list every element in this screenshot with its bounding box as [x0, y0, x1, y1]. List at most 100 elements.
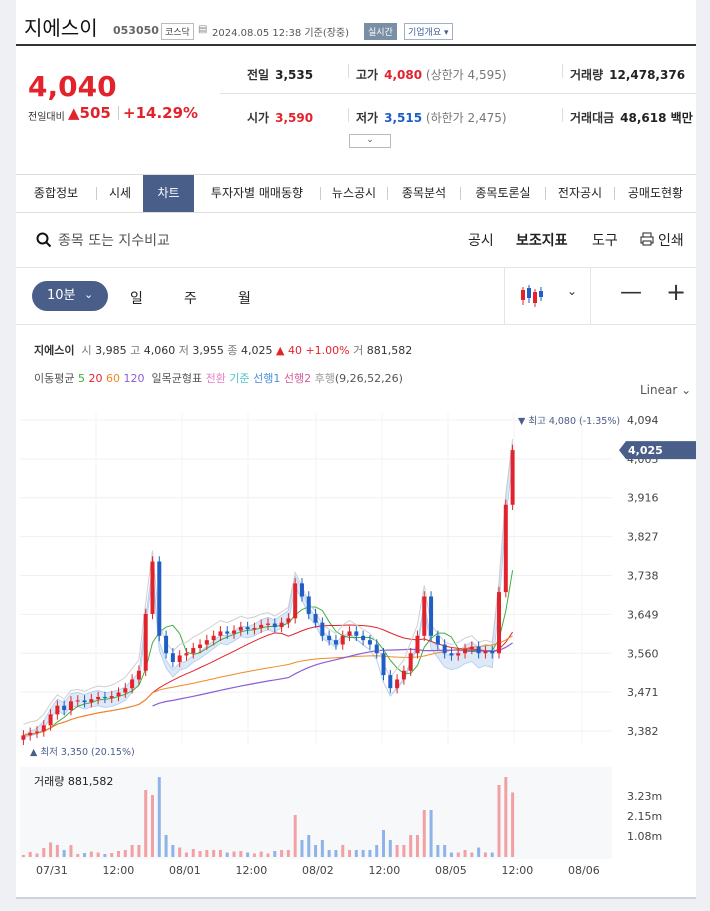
volume-bar — [286, 850, 290, 857]
volume-tick-label: 2.15m — [627, 810, 662, 823]
volume-bar — [409, 835, 413, 857]
period-week[interactable]: 주 — [184, 288, 197, 308]
chevron-down-icon: ⌄ — [84, 288, 94, 301]
legend-change-pct: +1.00% — [305, 344, 350, 357]
candle — [510, 450, 515, 505]
volume-bar — [511, 792, 515, 857]
print-icon[interactable] — [640, 232, 654, 246]
expand-toggle[interactable]: ⌄ — [349, 134, 391, 148]
volume-bar — [252, 853, 256, 857]
candle — [299, 583, 304, 597]
tools-button[interactable]: 도구 — [592, 230, 618, 250]
volume-bar — [354, 850, 358, 857]
stock-page: 지에스이 053050 코스닥 ▤ 2024.08.05 12:38 기준(장중… — [16, 0, 696, 897]
candle — [34, 731, 39, 733]
tab-chart[interactable]: 차트 — [143, 175, 194, 212]
tab-forum[interactable]: 종목토론실 — [461, 175, 545, 212]
candle — [150, 561, 155, 614]
candle — [21, 735, 26, 740]
y-tick-label: 3,649 — [627, 608, 659, 621]
volume-bar — [314, 845, 318, 857]
candle — [116, 692, 121, 697]
x-tick-label: 08/01 — [169, 864, 201, 877]
volume-bar — [327, 850, 331, 857]
legend-low: 3,955 — [192, 344, 224, 357]
scale-select[interactable]: Linear ⌄ — [640, 383, 691, 397]
indicator-button[interactable]: 보조지표 — [516, 230, 568, 250]
zoom-out-icon[interactable]: — — [620, 280, 642, 305]
divider — [590, 268, 591, 324]
price-chart[interactable]: 거래량 881,582 4,0944,0053,9163,8273,7383,6… — [16, 405, 696, 885]
ma5-label: 5 — [77, 372, 85, 385]
volume-bar — [76, 854, 80, 857]
prev-close: 전일 3,535 — [247, 66, 313, 83]
volume-bar — [239, 851, 243, 857]
x-tick-label: 07/31 — [36, 864, 68, 877]
tab-analysis[interactable]: 종목분석 — [388, 175, 460, 212]
volume-bar — [123, 850, 127, 857]
divider — [220, 93, 696, 94]
candle — [503, 504, 508, 593]
volume-bar — [164, 835, 168, 857]
period-month[interactable]: 월 — [238, 288, 251, 308]
ma-label: 이동평균 — [34, 372, 75, 385]
chevron-down-icon: ⌄ — [366, 135, 374, 145]
candle — [68, 701, 73, 711]
search-icon[interactable] — [36, 232, 52, 248]
company-overview-button[interactable]: 기업개요 ▾ — [404, 23, 453, 40]
candle — [327, 635, 332, 641]
low-label: 저가 — [356, 111, 379, 125]
volume-bar — [96, 852, 100, 857]
candle — [374, 644, 379, 654]
candle — [266, 623, 270, 625]
company-overview-label: 기업개요 — [408, 28, 442, 38]
tab-bar: 종합정보 시세 차트 투자자별 매매동향 뉴스공시 종목분석 종목토론실 전자공… — [16, 174, 696, 213]
volume-bar — [497, 785, 501, 857]
candle — [109, 696, 114, 698]
legend-change: ▲ 40 — [275, 344, 302, 357]
candle — [422, 596, 427, 636]
candle — [272, 623, 277, 628]
chart-toolbar: 종목 또는 지수비교 공시 보조지표 도구 인쇄 — [16, 212, 696, 268]
zoom-in-icon[interactable]: + — [666, 278, 686, 306]
price-summary: 4,040 전일대비 ▲505 +14.29% 전일 3,535 고가 4,080 … — [16, 46, 696, 138]
divider — [504, 268, 505, 324]
x-tick-label: 08/06 — [568, 864, 600, 877]
tab-disclosure[interactable]: 전자공시 — [546, 175, 614, 212]
period-day[interactable]: 일 — [130, 288, 143, 308]
high-price: 고가 4,080 (상한가 4,595) — [356, 66, 507, 83]
x-tick-label: 08/02 — [302, 864, 334, 877]
tab-quotes[interactable]: 시세 — [97, 175, 143, 212]
period-selected: 10분 — [47, 288, 76, 303]
tab-short-selling[interactable]: 공매도현황 — [615, 175, 696, 212]
legend-low-label: 저 — [178, 344, 189, 357]
search-input[interactable]: 종목 또는 지수비교 — [58, 230, 170, 250]
volume-bar — [382, 830, 386, 857]
tab-investor-trend[interactable]: 투자자별 매매동향 — [194, 175, 320, 212]
candlestick-icon[interactable] — [519, 283, 545, 309]
volume-bar — [443, 845, 447, 857]
current-price: 4,040 — [28, 70, 117, 103]
candle — [75, 700, 80, 702]
print-button[interactable]: 인쇄 — [658, 230, 684, 250]
cloud-area — [22, 442, 514, 739]
candle — [259, 624, 264, 628]
volume-bar — [83, 853, 87, 857]
tab-summary[interactable]: 종합정보 — [16, 175, 96, 212]
period-select[interactable]: 10분 ⌄ — [32, 281, 108, 311]
volume-bar — [130, 845, 134, 857]
realtime-badge[interactable]: 실시간 — [364, 23, 397, 40]
disclosure-button[interactable]: 공시 — [468, 230, 494, 250]
volume-bar — [198, 851, 202, 857]
period-controls: 10분 ⌄ 일 주 월 ⌄ — + — [16, 268, 696, 325]
tab-news[interactable]: 뉴스공시 — [321, 175, 387, 212]
candle — [469, 646, 474, 649]
candle — [48, 714, 53, 726]
lower-limit: (하한가 2,475) — [425, 111, 507, 125]
volume-bar — [388, 840, 392, 857]
volume-bar — [137, 845, 141, 857]
volume-bar — [280, 850, 284, 857]
change-amount: 505 — [79, 104, 111, 122]
chevron-down-icon[interactable]: ⌄ — [567, 284, 577, 298]
x-tick-label: 12:00 — [236, 864, 268, 877]
